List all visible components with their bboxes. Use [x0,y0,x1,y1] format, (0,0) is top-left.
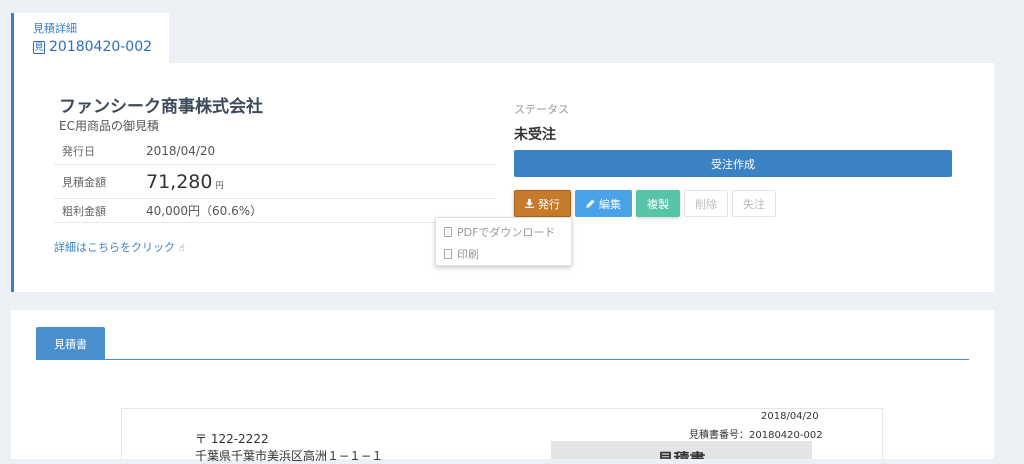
estimate-amount-row: 見積金額 71,280 円 [54,165,496,199]
tab-estimate-document[interactable]: 見積書 [36,327,105,360]
document-title: 見積書 [551,446,812,459]
document-title-box: 見積書 [551,441,812,459]
issue-date-value: 2018/04/20 [146,144,216,158]
estimate-amount-unit: 円 [215,180,224,190]
estimate-amount: 71,280 円 [146,171,223,193]
status-label: ステータス [514,103,569,116]
document-address: 千葉県千葉市美浜区高洲１−１−１ [195,449,384,463]
issue-date-label: 発行日 [62,145,95,158]
estimate-amount-value: 71,280 [146,170,213,193]
edit-button-label: 編集 [599,197,621,211]
issue-button[interactable]: 発行 [514,190,571,217]
detail-link-text: 詳細はこちらをクリック [54,241,175,254]
copy-button[interactable]: 複製 [636,190,680,217]
pdf-download-item[interactable]: PDFでダウンロード [436,221,571,243]
document-date: 2018/04/20 [761,411,819,422]
gross-profit-label: 粗利金額 [62,204,106,218]
gross-profit-value: 40,000円（60.6%） [146,204,263,218]
print-label: 印刷 [457,248,479,261]
pencil-icon [586,199,595,208]
issue-button-label: 発行 [538,197,560,211]
print-file-icon [444,249,452,259]
company-name: ファンシーク商事株式会社 [59,97,263,117]
pdf-file-icon [444,227,452,237]
estimate-detail-label: 見積詳細 [33,22,77,35]
lost-order-button[interactable]: 失注 [732,190,776,217]
estimate-amount-label: 見積金額 [62,175,106,189]
pointer-hand-icon: ☝ [178,243,185,254]
estimate-doc-icon: 見 [33,40,45,54]
estimate-subject: EC用商品の御見積 [59,119,159,133]
estimate-id-text: 20180420-002 [49,39,153,55]
status-value: 未受注 [514,127,556,143]
document-number: 見積書番号：20180420-002 [689,430,823,441]
pdf-download-label: PDFでダウンロード [457,226,556,239]
tab-divider [36,359,969,360]
print-item[interactable]: 印刷 [436,243,571,265]
create-order-button[interactable]: 受注作成 [514,150,952,177]
edit-button[interactable]: 編集 [575,190,632,217]
gross-profit-row: 粗利金額 40,000円（60.6%） [54,199,496,223]
delete-button[interactable]: 削除 [684,190,728,217]
issue-dropdown-menu: PDFでダウンロード 印刷 [435,217,572,266]
issue-date-row: 発行日 2018/04/20 [54,138,496,165]
summary-table: 発行日 2018/04/20 見積金額 71,280 円 粗利金額 40,000円… [54,138,496,223]
document-zip: 〒 122-2222 [195,432,269,446]
estimate-detail-tab[interactable]: 見積詳細 見 20180420-002 [11,13,169,63]
estimate-id: 見 20180420-002 [33,37,169,57]
download-icon [525,199,534,208]
detail-link[interactable]: 詳細はこちらをクリック ☝ [54,239,185,255]
